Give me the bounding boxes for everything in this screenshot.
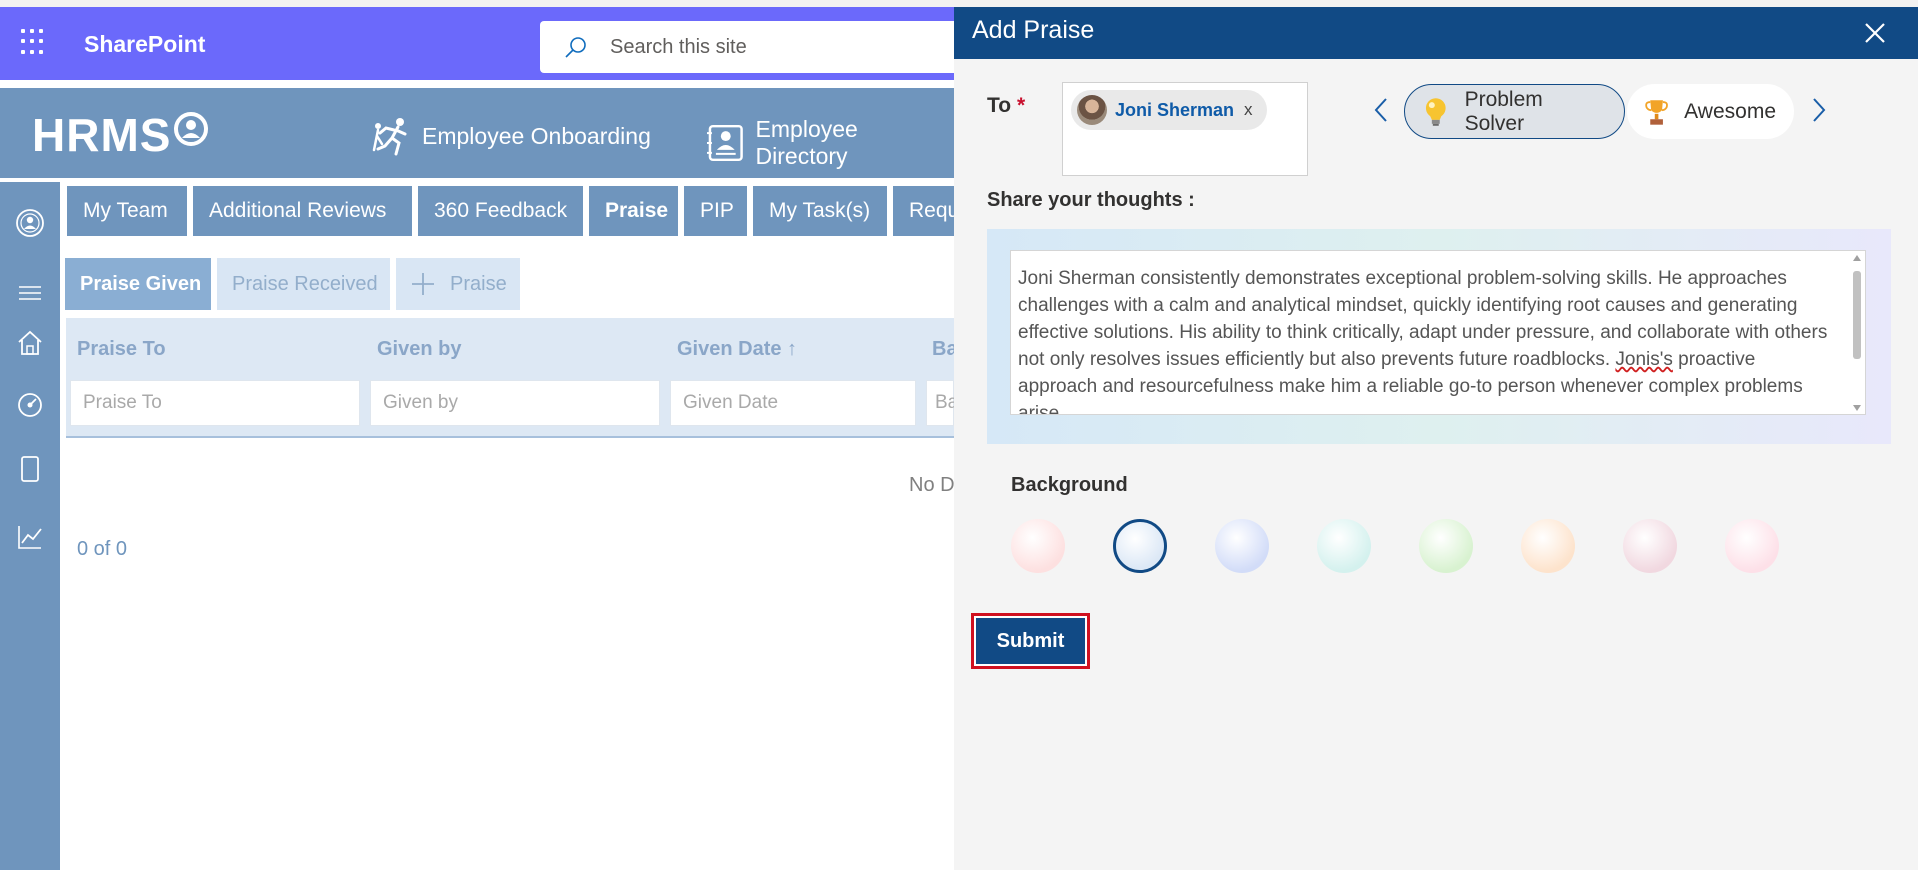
nav-label: Employee Directory (755, 116, 858, 169)
misspelled-word: Jonis's (1615, 349, 1673, 370)
pager: 0 of 0 (77, 538, 128, 560)
top-edge (0, 0, 1918, 7)
badge-label: Awesome (1684, 99, 1776, 123)
nav-employee-onboarding[interactable]: Employee Onboarding (372, 116, 651, 156)
background-swatch[interactable] (1113, 519, 1167, 573)
hrms-header: HRMS Employee Onboarding Employee Direct… (0, 88, 954, 178)
background-swatch[interactable] (1521, 519, 1575, 573)
tab-pip[interactable]: PIP (684, 186, 747, 236)
column-given-by[interactable]: Given by (377, 338, 461, 361)
textarea-scrollbar[interactable] (1852, 255, 1862, 411)
tablet-icon[interactable] (15, 454, 45, 484)
onboarding-icon (372, 118, 407, 156)
add-praise-label: Praise (450, 273, 507, 295)
menu-icon[interactable] (15, 278, 45, 308)
to-label: To * (987, 94, 1025, 118)
filter-given-date[interactable]: Given Date (670, 380, 916, 426)
chevron-right-icon[interactable] (1809, 96, 1829, 124)
empty-state: No D (909, 474, 955, 496)
filter-given-by[interactable]: Given by (370, 380, 660, 426)
add-praise-button[interactable]: Praise (396, 258, 520, 310)
left-rail (0, 178, 60, 870)
tab-praise[interactable]: Praise (589, 186, 678, 236)
praise-grid-header: Praise To Given by Given Date ↑ Ba Prais… (66, 318, 958, 438)
tab-360-feedback[interactable]: 360 Feedback (418, 186, 583, 236)
search-icon (565, 37, 586, 58)
trophy-icon (1645, 99, 1668, 125)
nav-label: Employee Onboarding (422, 122, 651, 149)
dashboard-icon[interactable] (15, 390, 45, 420)
submit-button[interactable]: Submit (971, 613, 1090, 669)
add-praise-panel: Add Praise To * Joni Sherman x Problem S… (954, 7, 1918, 870)
filter-praise-to[interactable]: Praise To (70, 380, 360, 426)
background-label: Background (1011, 474, 1128, 496)
share-thoughts-label: Share your thoughts : (987, 189, 1195, 211)
filter-badge[interactable]: Ba (926, 380, 958, 426)
badge-problem-solver[interactable]: Problem Solver (1404, 84, 1625, 139)
lightbulb-icon (1425, 97, 1446, 126)
tab-requests[interactable]: Requ (893, 186, 959, 236)
recipient-picker[interactable]: Joni Sherman x (1062, 82, 1308, 176)
app-title[interactable]: SharePoint (84, 31, 205, 58)
required-mark: * (1016, 94, 1026, 117)
tab-my-team[interactable]: My Team (67, 186, 187, 236)
hrms-logo-mark (174, 112, 208, 146)
to-label-text: To (987, 94, 1012, 117)
tab-praise-received[interactable]: Praise Received (217, 258, 390, 310)
profile-icon[interactable] (15, 208, 45, 238)
background-swatch[interactable] (1419, 519, 1473, 573)
close-icon[interactable] (1863, 21, 1887, 45)
scroll-down-arrow[interactable] (1853, 405, 1861, 411)
tab-my-tasks[interactable]: My Task(s) (753, 186, 887, 236)
tab-additional-reviews[interactable]: Additional Reviews (193, 186, 412, 236)
waffle-icon[interactable] (21, 29, 47, 55)
background-swatch[interactable] (1725, 519, 1779, 573)
column-given-date[interactable]: Given Date ↑ (677, 338, 797, 361)
tab-praise-given[interactable]: Praise Given (65, 258, 211, 310)
search-input[interactable]: Search this site (610, 36, 747, 59)
person-icon (182, 120, 200, 138)
background-swatch[interactable] (1623, 519, 1677, 573)
badge-label: Problem Solver (1464, 87, 1543, 135)
panel-title: Add Praise (972, 16, 1095, 44)
nav-employee-directory[interactable]: Employee Directory (706, 116, 954, 170)
background-swatch[interactable] (1215, 519, 1269, 573)
submit-label: Submit (976, 618, 1085, 664)
directory-icon (706, 124, 743, 162)
search-box[interactable]: Search this site (540, 21, 960, 73)
background-swatch[interactable] (1011, 519, 1065, 573)
panel-header: Add Praise (954, 7, 1918, 59)
recipient-chip[interactable]: Joni Sherman x (1071, 90, 1267, 130)
scroll-thumb[interactable] (1853, 271, 1861, 359)
home-icon[interactable] (15, 328, 45, 358)
remove-recipient-button[interactable]: x (1244, 100, 1253, 120)
recipient-name: Joni Sherman (1115, 99, 1235, 120)
avatar (1077, 95, 1107, 125)
chevron-left-icon[interactable] (1371, 96, 1391, 124)
scroll-up-arrow[interactable] (1853, 255, 1861, 261)
plus-icon (412, 273, 434, 295)
badge-awesome[interactable]: Awesome (1627, 84, 1794, 139)
thoughts-textarea[interactable]: Joni Sherman consistently demonstrates e… (1010, 250, 1866, 415)
chart-icon[interactable] (15, 522, 45, 552)
hrms-logo[interactable]: HRMS (32, 108, 171, 162)
thoughts-preview: Joni Sherman consistently demonstrates e… (987, 229, 1891, 444)
column-praise-to[interactable]: Praise To (77, 338, 166, 361)
background-swatch[interactable] (1317, 519, 1371, 573)
